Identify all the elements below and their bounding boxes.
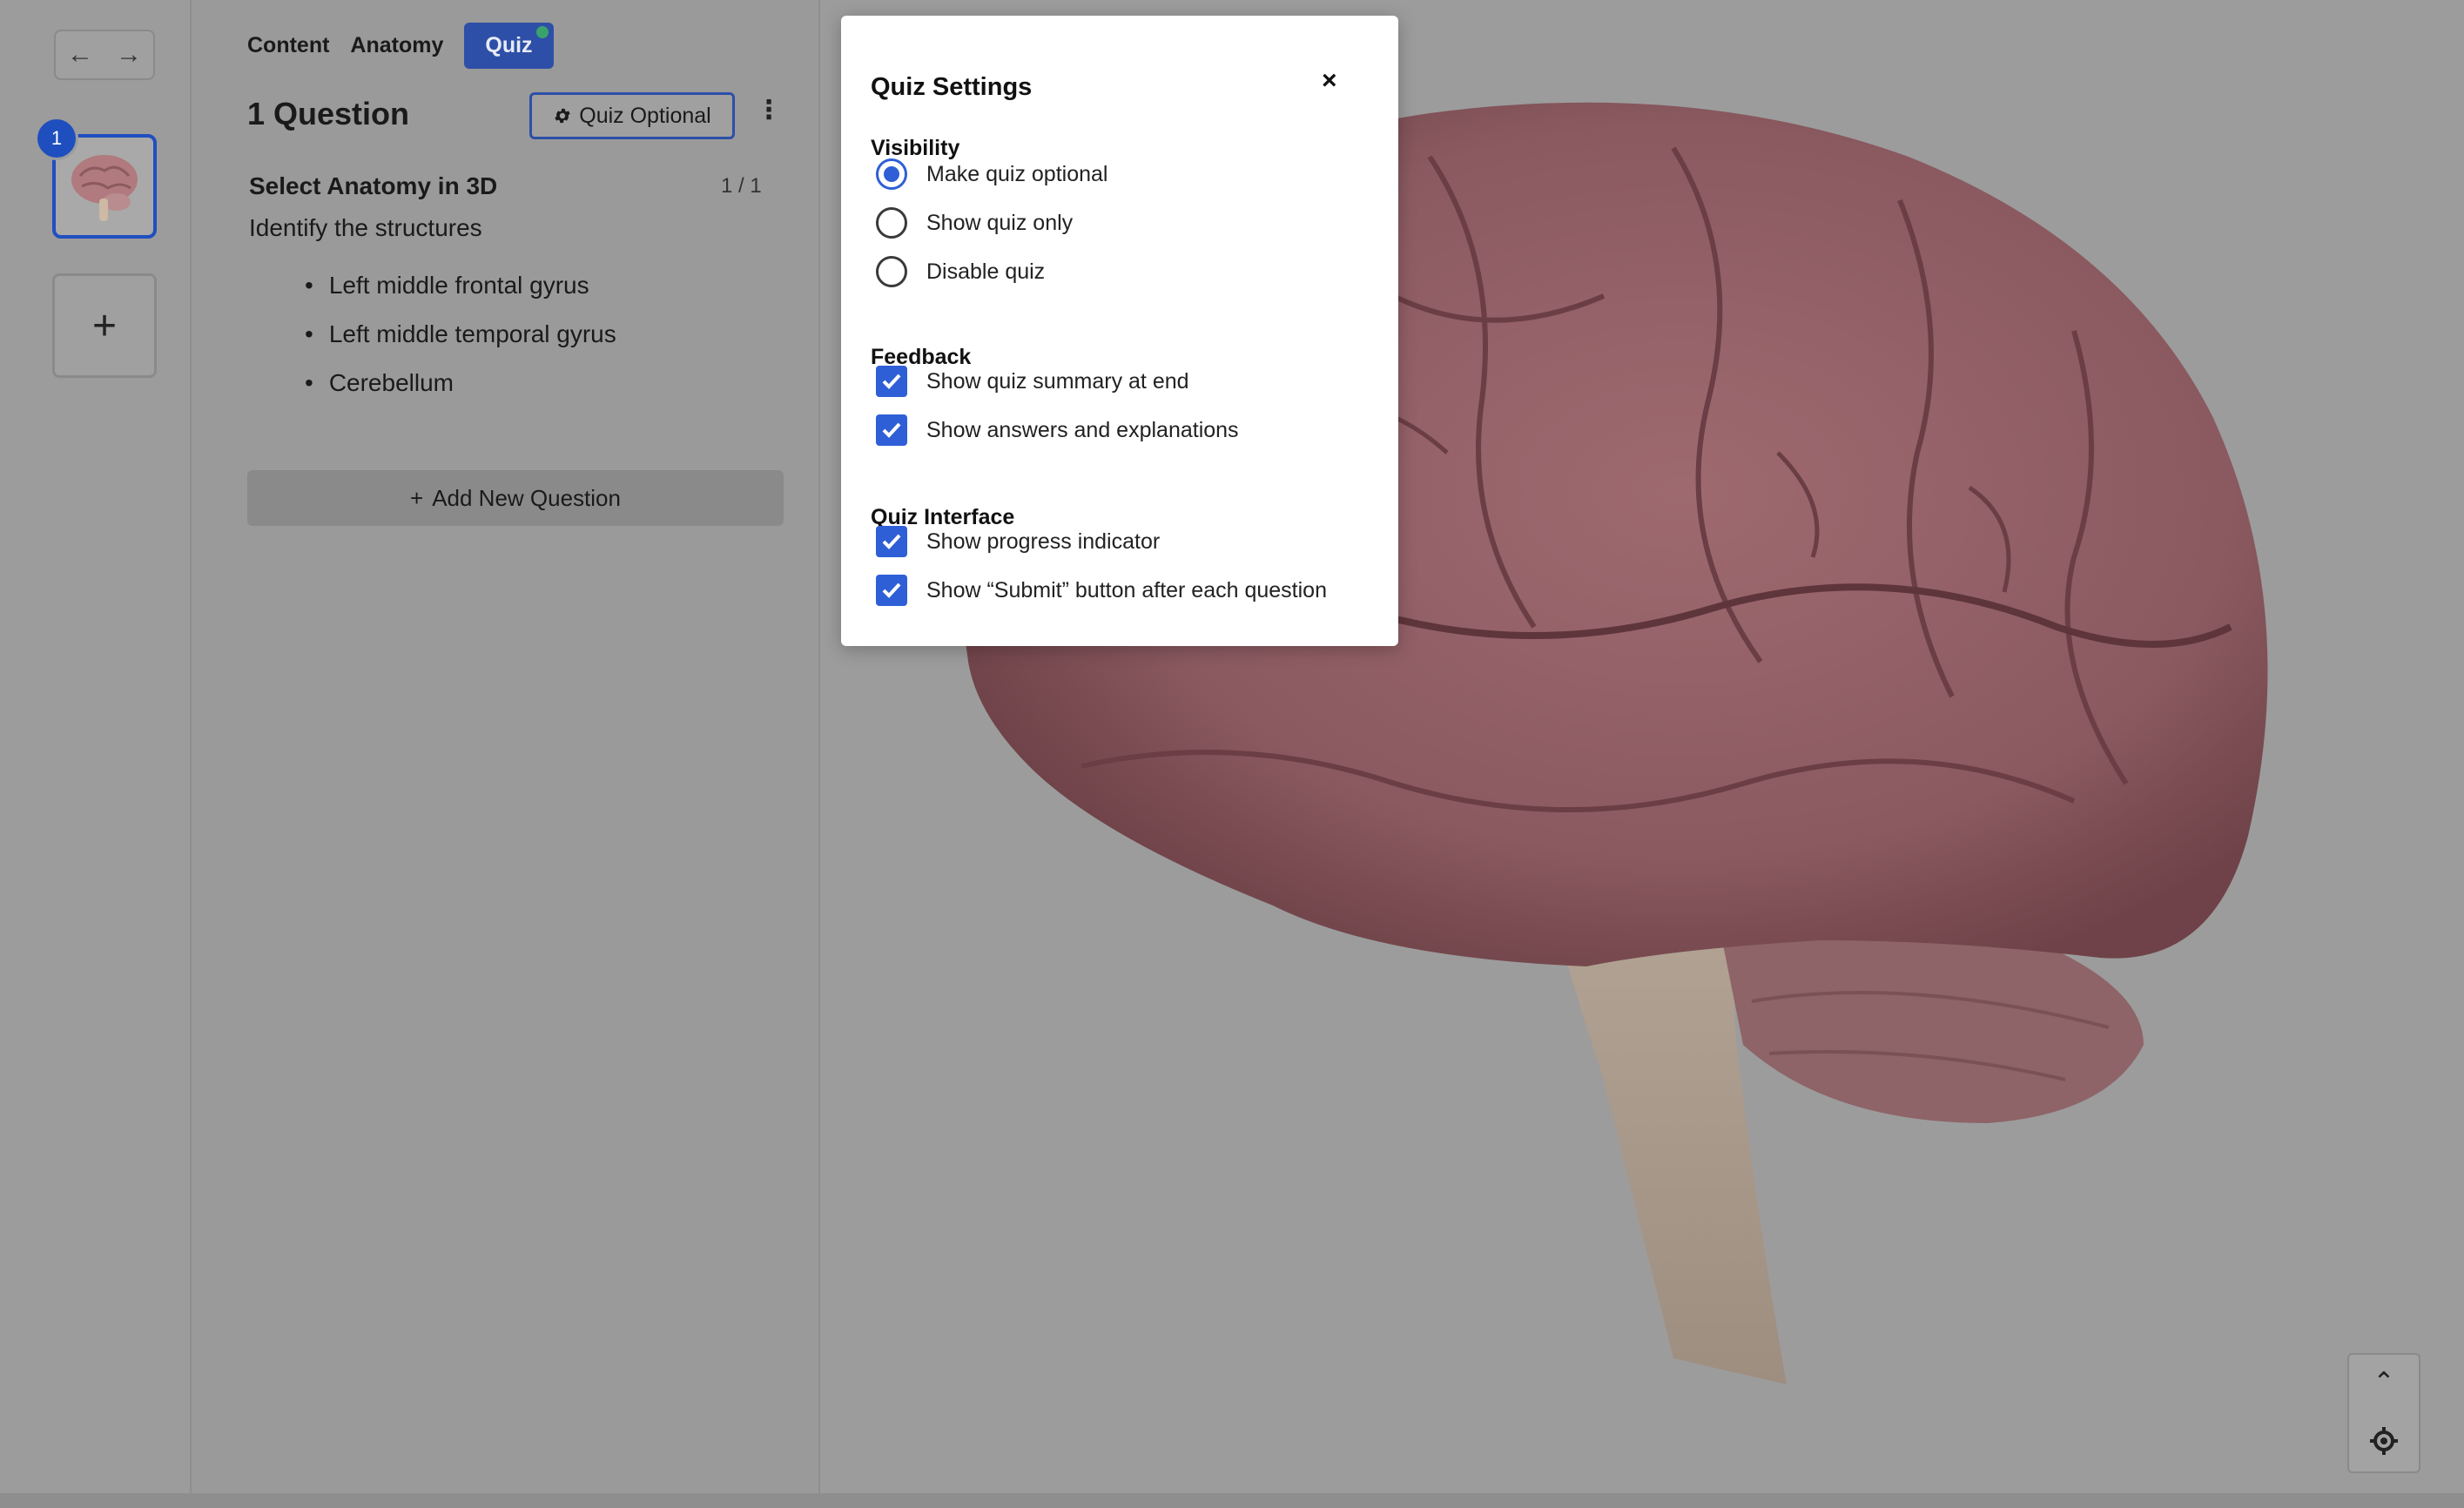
status-dot <box>535 26 549 38</box>
checkbox-show-answers[interactable]: Show answers and explanations <box>876 411 1239 449</box>
slide-number-badge: 1 <box>35 117 78 160</box>
target-icon[interactable] <box>2368 1425 2400 1457</box>
radio-show-quiz-only[interactable]: Show quiz only <box>876 204 1073 242</box>
tab-quiz[interactable]: Quiz <box>464 23 554 69</box>
radio-label: Show quiz only <box>926 210 1074 235</box>
forward-arrow-icon[interactable]: → <box>116 42 142 68</box>
checkbox-label: Show quiz summary at end <box>926 368 1189 394</box>
view-controls: ⌃ <box>2347 1353 2420 1473</box>
history-nav: ← → <box>54 30 155 80</box>
checkbox-label: Show progress indicator <box>926 528 1161 554</box>
checkmark-icon <box>882 374 901 389</box>
checkmark-icon <box>882 422 901 438</box>
list-item: Cerebellum <box>305 359 616 407</box>
radio-make-quiz-optional[interactable]: Make quiz optional <box>876 155 1107 193</box>
close-icon[interactable]: × <box>1322 68 1337 94</box>
list-item: Left middle frontal gyrus <box>305 261 616 310</box>
checkbox-show-submit-button[interactable]: Show “Submit” button after each question <box>876 571 1327 609</box>
bottom-bar <box>0 1493 2464 1508</box>
checkbox-show-quiz-summary[interactable]: Show quiz summary at end <box>876 362 1189 401</box>
tab-anatomy[interactable]: Anatomy <box>350 24 443 67</box>
checkbox-label: Show “Submit” button after each question <box>926 577 1327 603</box>
add-new-question-label: Add New Question <box>432 484 621 511</box>
quiz-editor-panel: Content Anatomy Quiz 1 Question Quiz Opt… <box>192 0 820 1493</box>
modal-title: Quiz Settings <box>871 73 1033 101</box>
quiz-optional-button[interactable]: Quiz Optional <box>529 92 735 139</box>
gear-icon <box>555 108 570 124</box>
radio-button[interactable] <box>876 207 907 239</box>
question-prompt: Identify the structures <box>249 214 482 241</box>
quiz-optional-label: Quiz Optional <box>579 103 711 128</box>
question-position: 1 / 1 <box>721 174 762 198</box>
checkmark-icon <box>882 582 901 598</box>
app-window: ← → 1 + Content Anatomy Quiz 1 Question <box>0 0 2464 1508</box>
quiz-settings-modal: Quiz Settings × Visibility Make quiz opt… <box>841 16 1398 646</box>
tab-quiz-label: Quiz <box>485 33 533 57</box>
panel-tabs: Content Anatomy Quiz <box>247 23 554 69</box>
radio-disable-quiz[interactable]: Disable quiz <box>876 252 1045 291</box>
plus-icon: + <box>410 484 424 511</box>
chevron-up-icon[interactable]: ⌃ <box>2373 1370 2394 1396</box>
back-arrow-icon[interactable]: ← <box>67 42 93 68</box>
checkmark-icon <box>882 534 901 549</box>
radio-selected-dot <box>884 166 899 182</box>
structure-list: Left middle frontal gyrus Left middle te… <box>305 261 616 407</box>
tab-content[interactable]: Content <box>247 24 329 67</box>
checkbox-show-progress[interactable]: Show progress indicator <box>876 522 1160 561</box>
add-slide-button[interactable]: + <box>52 273 157 378</box>
radio-label: Make quiz optional <box>926 161 1108 186</box>
more-options-icon[interactable]: ⋮ <box>756 98 782 124</box>
checkbox[interactable] <box>876 366 907 397</box>
radio-label: Disable quiz <box>926 259 1046 284</box>
radio-button[interactable] <box>876 256 907 287</box>
checkbox[interactable] <box>876 414 907 446</box>
checkbox[interactable] <box>876 575 907 606</box>
checkbox[interactable] <box>876 526 907 557</box>
add-new-question-button[interactable]: + Add New Question <box>247 470 784 526</box>
list-item: Left middle temporal gyrus <box>305 310 616 359</box>
radio-button[interactable] <box>876 158 907 190</box>
slide-rail: ← → 1 + <box>0 0 192 1493</box>
question-title[interactable]: Select Anatomy in 3D <box>249 172 497 200</box>
checkbox-label: Show answers and explanations <box>926 417 1239 442</box>
question-count: 1 Question <box>247 96 410 131</box>
